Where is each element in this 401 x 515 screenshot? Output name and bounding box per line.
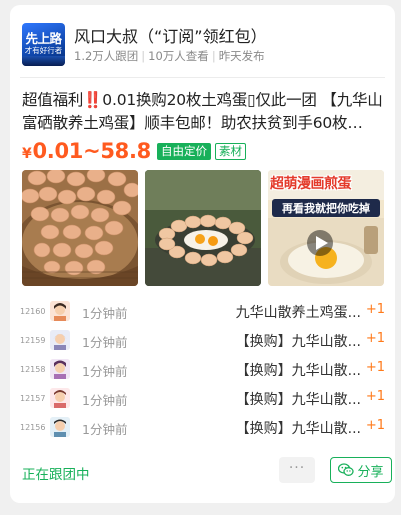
order-number: 12157 (20, 394, 46, 403)
order-time: 1分钟前 (82, 393, 128, 408)
cartoon-avatar-icon (50, 388, 70, 408)
shop-name[interactable]: 风口大叔（“订阅”领红包） (74, 23, 267, 47)
order-list: 12160 1分钟前 九华山散养土鸡蛋... +1 12159 1分钟前 【换购… (20, 297, 385, 442)
order-time: 1分钟前 (82, 422, 128, 437)
header-divider (20, 77, 385, 78)
order-number: 12158 (20, 365, 46, 374)
order-row[interactable]: 12160 1分钟前 九华山散养土鸡蛋... +1 (20, 297, 385, 326)
buyer-avatar (50, 417, 70, 437)
shop-avatar[interactable]: 先上路 才有好行者 (22, 23, 65, 66)
order-row[interactable]: 12156 1分钟前 【换购】九华山散... +1 (20, 413, 385, 442)
order-time: 1分钟前 (82, 364, 128, 379)
card-footer: 正在跟团中 ··· 分享 (22, 457, 392, 485)
order-row[interactable]: 12159 1分钟前 【换购】九华山散... +1 (20, 326, 385, 355)
order-product: 【换购】九华山散... (235, 421, 361, 437)
order-number: 12160 (20, 307, 46, 316)
product-title[interactable]: 超值福利‼️0.01换购20枚土鸡蛋▯仅此一团 【九华山富硒散养土鸡蛋】顺丰包邮… (22, 89, 384, 135)
basket-of-eggs-image[interactable] (22, 170, 138, 286)
shop-meta: 1.2万人跟团 | 10万人查看 | 昨天发布 (74, 48, 265, 64)
cartoon-avatar-icon (50, 301, 70, 321)
wechat-icon (338, 463, 355, 476)
product-images: 超萌漫画煎蛋 再看我就把你吃掉 (22, 170, 384, 286)
price: ¥0.01~58.8 (22, 139, 151, 163)
order-quantity: +1 (365, 331, 385, 346)
video-overlay-text-bottom: 再看我就把你吃掉 (272, 199, 380, 217)
order-quantity: +1 (365, 389, 385, 404)
order-row[interactable]: 12158 1分钟前 【换购】九华山散... +1 (20, 355, 385, 384)
order-product: 【换购】九华山散... (235, 363, 361, 379)
video-overlay-text-top: 超萌漫画煎蛋 (270, 176, 352, 192)
basket-of-eggs-illustration (22, 170, 138, 286)
order-product: 【换购】九华山散... (235, 392, 361, 408)
order-product: 九华山散养土鸡蛋... (235, 305, 361, 321)
following-status[interactable]: 正在跟团中 (22, 463, 90, 483)
order-quantity: +1 (365, 302, 385, 317)
order-number: 12156 (20, 423, 46, 432)
share-label: 分享 (357, 464, 384, 480)
followers-count: 1.2万人跟团 (74, 49, 139, 63)
meta-divider: | (141, 49, 146, 63)
order-time: 1分钟前 (82, 335, 128, 350)
cartoon-avatar-icon (50, 330, 70, 350)
order-product: 【换购】九华山散... (235, 334, 361, 350)
currency-symbol: ¥ (22, 146, 32, 162)
buyer-avatar (50, 301, 70, 321)
meta-divider: | (211, 49, 216, 63)
shop-header[interactable]: 先上路 才有好行者 风口大叔（“订阅”领红包） 1.2万人跟团 | 10万人查看 | 昨… (22, 19, 383, 69)
material-tag[interactable]: 素材 (214, 142, 246, 160)
order-quantity: +1 (365, 360, 385, 375)
order-quantity: +1 (365, 418, 385, 433)
group-buy-card[interactable]: 先上路 才有好行者 风口大叔（“订阅”领红包） 1.2万人跟团 | 10万人查看 | 昨… (10, 5, 395, 503)
publish-time: 昨天发布 (218, 49, 265, 63)
buyer-avatar (50, 388, 70, 408)
avatar-text-sub: 才有好行者 (24, 46, 63, 55)
more-options-button[interactable]: ··· (279, 457, 315, 483)
egg-ring-image[interactable] (145, 170, 261, 286)
cartoon-avatar-icon (50, 417, 70, 437)
views-count: 10万人查看 (148, 49, 209, 63)
price-row: ¥0.01~58.8 自由定价 素材 (22, 138, 246, 164)
custom-price-tag: 自由定价 (156, 142, 211, 160)
avatar-skyline (22, 56, 65, 66)
share-button[interactable]: 分享 (330, 457, 392, 483)
video-thumbnail[interactable]: 超萌漫画煎蛋 再看我就把你吃掉 (268, 170, 384, 286)
buyer-avatar (50, 330, 70, 350)
egg-ring-illustration (145, 170, 261, 286)
cartoon-avatar-icon (50, 359, 70, 379)
order-row[interactable]: 12157 1分钟前 【换购】九华山散... +1 (20, 384, 385, 413)
order-number: 12159 (20, 336, 46, 345)
buyer-avatar (50, 359, 70, 379)
order-time: 1分钟前 (82, 306, 128, 321)
price-range: 0.01~58.8 (32, 139, 151, 163)
